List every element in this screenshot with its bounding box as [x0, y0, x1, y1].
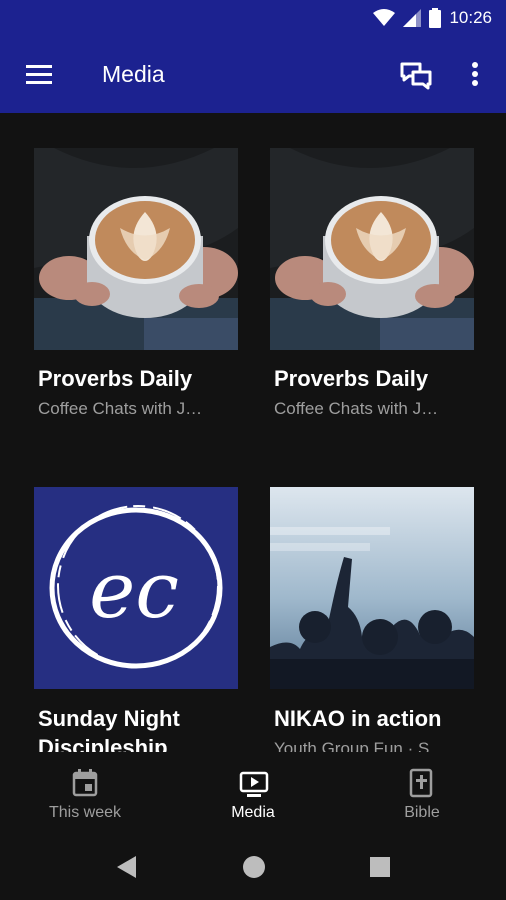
hamburger-menu-icon: [26, 65, 52, 84]
media-card[interactable]: ec Sunday Night Discipleship: [34, 487, 238, 752]
media-card[interactable]: NIKAO in action Youth Group Fun · S: [270, 487, 474, 752]
tv-play-icon: [239, 771, 269, 797]
battery-icon: [429, 8, 442, 28]
coffee-latte-image: [34, 148, 238, 350]
bottom-navigation: This week Media Bible: [0, 752, 506, 834]
chat-button[interactable]: [398, 58, 434, 92]
cell-signal-icon: [403, 9, 422, 27]
menu-button[interactable]: [22, 58, 56, 92]
calendar-icon: [72, 769, 98, 797]
status-time: 10:26: [449, 8, 492, 27]
app-bar: Media: [0, 36, 506, 113]
ec-logo-text: ec: [89, 546, 179, 636]
system-navigation-bar: [0, 834, 506, 900]
status-bar: 10:26: [0, 0, 506, 36]
ec-logo-image: ec: [34, 487, 238, 689]
card-title: Proverbs Daily: [274, 366, 429, 391]
card-subtitle: Coffee Chats with J…: [38, 399, 203, 418]
coffee-latte-image: [270, 148, 474, 350]
bible-icon: [409, 768, 433, 798]
card-title: NIKAO in action: [274, 706, 442, 731]
chat-icon: [400, 62, 432, 90]
card-subtitle: Coffee Chats with J…: [274, 399, 439, 418]
home-circle-icon: [243, 856, 265, 878]
more-vertical-icon: [472, 62, 478, 86]
nav-item-bible[interactable]: Bible: [362, 752, 482, 834]
card-title-line-2: Discipleship: [38, 735, 168, 752]
home-button[interactable]: [242, 855, 266, 879]
card-subtitle: Youth Group Fun · S: [274, 739, 430, 752]
concert-crowd-image: [270, 487, 474, 689]
card-title: Proverbs Daily: [38, 366, 193, 391]
media-card[interactable]: Proverbs Daily Coffee Chats with J…: [270, 148, 474, 418]
nav-item-media[interactable]: Media: [193, 752, 313, 834]
nav-item-this-week[interactable]: This week: [25, 752, 145, 834]
card-title: Sunday Night: [38, 706, 180, 731]
recents-square-icon: [370, 857, 390, 877]
back-button[interactable]: [114, 854, 138, 880]
status-icons: 10:26: [373, 8, 492, 28]
nav-label-bible: Bible: [404, 804, 440, 821]
media-card[interactable]: Proverbs Daily Coffee Chats with J…: [34, 148, 238, 418]
page-title: Media: [102, 61, 165, 87]
nav-label-this-week: This week: [48, 804, 122, 821]
back-triangle-icon: [117, 856, 136, 878]
more-options-button[interactable]: [462, 58, 488, 92]
wifi-icon: [373, 9, 396, 26]
nav-label-media: Media: [231, 804, 275, 821]
recents-button[interactable]: [369, 856, 391, 878]
